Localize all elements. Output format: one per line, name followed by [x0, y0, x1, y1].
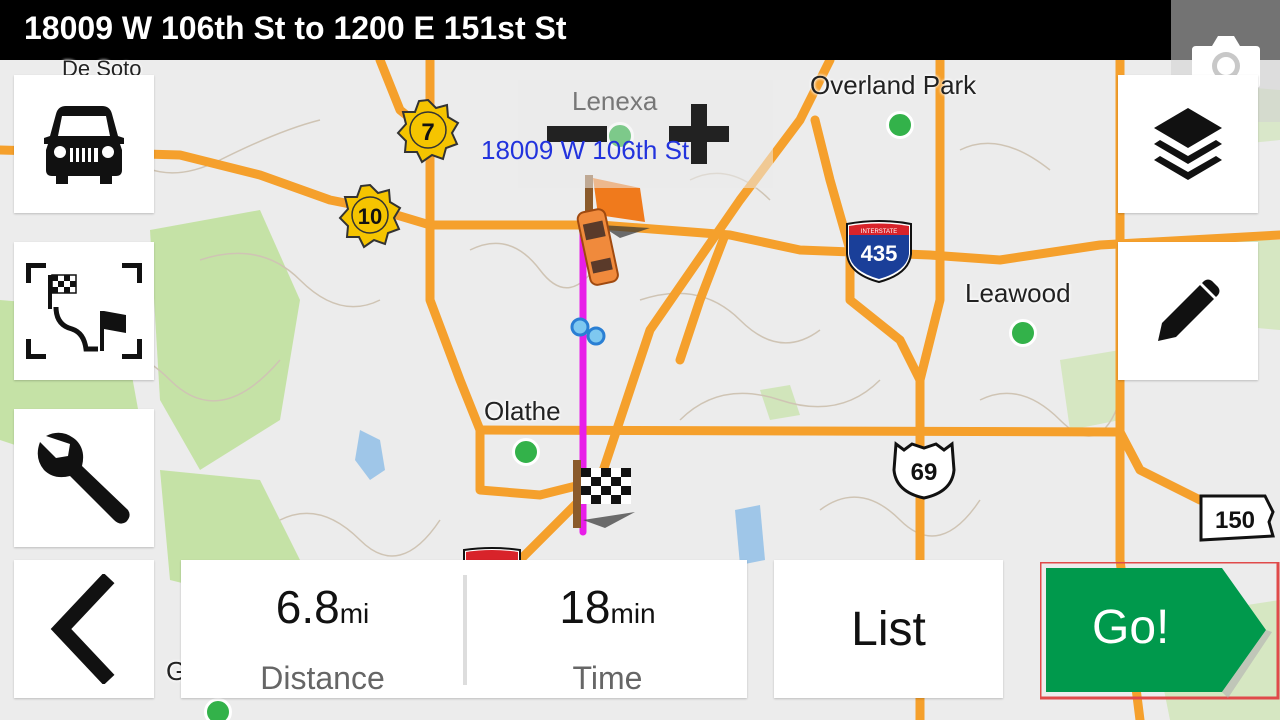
pencil-icon — [1158, 279, 1220, 341]
interstate-435-number: 435 — [861, 241, 898, 266]
overland-park-marker[interactable] — [886, 111, 914, 139]
distance-label: Distance — [260, 660, 385, 696]
back-button[interactable] — [14, 560, 154, 698]
time-label: Time — [572, 660, 643, 696]
edit-button[interactable] — [1118, 242, 1258, 380]
time-unit: min — [610, 598, 656, 629]
vehicle-button[interactable] — [14, 75, 154, 213]
distance-value: 6.8 — [275, 581, 340, 633]
zoom-out-button[interactable] — [522, 86, 632, 182]
highway-7-number: 7 — [421, 119, 434, 146]
place-label-olathe: Olathe — [484, 396, 561, 426]
time-value-row: 18min — [466, 580, 749, 634]
us-69-shield-icon: 69 — [892, 441, 956, 500]
highway-10-number: 10 — [358, 204, 382, 229]
start-location-label: 18009 W 106th St — [481, 135, 690, 165]
interstate-435-banner: INTERSTATE — [861, 229, 897, 235]
time-stat: 18min Time — [466, 560, 749, 698]
route-150-number: 150 — [1215, 507, 1255, 534]
us-69-number: 69 — [911, 459, 938, 486]
car-icon — [44, 106, 124, 184]
leawood-marker[interactable] — [1009, 319, 1037, 347]
list-button[interactable]: List — [774, 560, 1003, 698]
zoom-controls: Lenexa — [518, 80, 773, 188]
olathe-marker[interactable] — [512, 438, 540, 466]
place-label-overland-park: Overland Park — [810, 70, 977, 100]
route-150-shield-icon: 150 — [1199, 494, 1275, 542]
zoom-in-button[interactable] — [644, 86, 754, 182]
go-label: Go! — [1092, 601, 1170, 654]
route-overview-icon — [26, 263, 142, 359]
distance-unit: mi — [339, 598, 370, 629]
wrench-icon — [37, 432, 130, 524]
chevron-left-icon — [50, 574, 115, 684]
route-stats-panel: 6.8mi Distance 18min Time — [181, 560, 747, 698]
route-overview-button[interactable] — [14, 242, 154, 380]
distance-value-row: 6.8mi — [181, 580, 464, 634]
settings-button[interactable] — [14, 409, 154, 547]
go-button[interactable]: Go! — [1040, 562, 1280, 700]
route-title: 18009 W 106th St to 1200 E 151st St — [0, 0, 1280, 60]
distance-stat: 6.8mi Distance — [181, 560, 464, 698]
time-value: 18 — [559, 581, 611, 633]
layers-icon — [1154, 108, 1222, 180]
layers-button[interactable] — [1118, 75, 1258, 213]
place-label-leawood: Leawood — [965, 278, 1071, 308]
bottom-place-marker[interactable] — [204, 698, 232, 720]
